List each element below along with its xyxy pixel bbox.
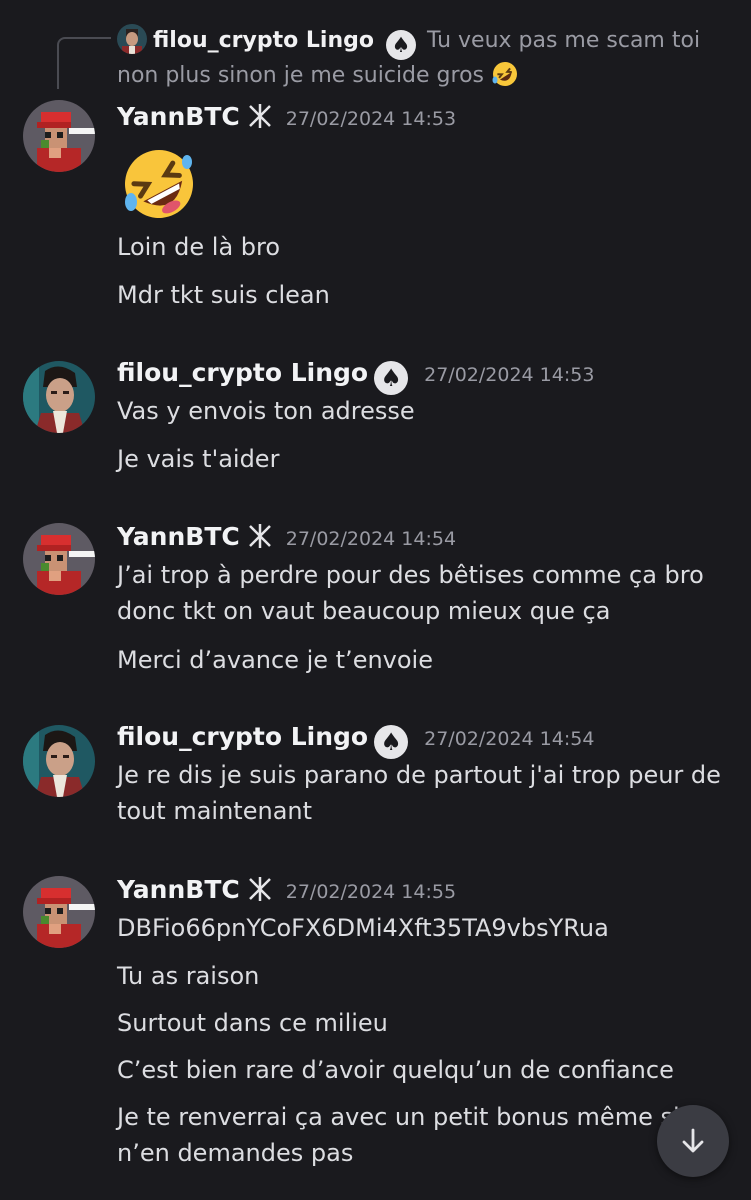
- reply-connector: [57, 37, 111, 89]
- arrow-down-icon: [682, 1128, 704, 1153]
- yannbtc-avatar[interactable]: [23, 523, 95, 595]
- username[interactable]: YannBTC: [117, 875, 240, 904]
- filou-avatar[interactable]: [23, 361, 95, 433]
- message-header: filou_crypto Lingo ♠ 27/02/2024 14:53: [117, 353, 595, 395]
- timestamp: 27/02/2024 14:54: [424, 728, 595, 750]
- yannbtc-avatar[interactable]: [23, 100, 95, 172]
- message-text: Je re dis je suis parano de partout j'ai…: [117, 761, 721, 825]
- reply-preview[interactable]: filou_crypto Lingo ♠ Tu veux pas me scam …: [117, 24, 727, 92]
- username[interactable]: filou_crypto Lingo: [117, 358, 368, 387]
- yannbtc-avatar[interactable]: [23, 876, 95, 948]
- spade-badge-icon: ♠: [374, 361, 409, 395]
- wallet-address-text: DBFio66pnYCoFX6DMi4Xft35TA9vbsYRua: [117, 914, 609, 942]
- username[interactable]: YannBTC: [117, 522, 240, 551]
- rolling-on-floor-laughing-icon: [492, 62, 517, 86]
- message-text: Je te renverrai ça avec un petit bonus m…: [117, 1103, 712, 1167]
- message-text: Loin de là bro: [117, 233, 281, 261]
- reply-author[interactable]: filou_crypto Lingo: [153, 28, 374, 53]
- timestamp: 27/02/2024 14:54: [285, 528, 457, 550]
- chat-view: filou_crypto Lingo ♠ Tu veux pas me scam …: [0, 0, 751, 1200]
- timestamp: 27/02/2024 14:55: [285, 881, 457, 903]
- timestamp: 27/02/2024 14:53: [424, 364, 595, 386]
- message-header: filou_crypto Lingo ♠ 27/02/2024 14:54: [117, 717, 595, 759]
- username[interactable]: YannBTC: [117, 102, 240, 131]
- rolling-on-floor-laughing-icon: [125, 150, 193, 218]
- message-text: Merci d’avance je t’envoie: [117, 646, 433, 674]
- sparkle-badge-icon: [248, 104, 271, 128]
- username[interactable]: filou_crypto Lingo: [117, 722, 368, 751]
- sparkle-badge-icon: [248, 877, 271, 901]
- message-text: Mdr tkt suis clean: [117, 281, 330, 309]
- message-header: YannBTC 27/02/2024 14:55: [117, 870, 456, 910]
- filou-avatar[interactable]: [23, 725, 95, 797]
- message-text: Je vais t'aider: [117, 445, 280, 473]
- reply-avatar: [117, 24, 147, 54]
- message-text: Vas y envois ton adresse: [117, 397, 415, 425]
- message-text: Surtout dans ce milieu: [117, 1009, 388, 1037]
- message-header: YannBTC 27/02/2024 14:54: [117, 517, 456, 557]
- jump-to-bottom-button[interactable]: [657, 1105, 729, 1177]
- timestamp: 27/02/2024 14:53: [285, 108, 457, 130]
- message-text: C’est bien rare d’avoir quelqu’un de con…: [117, 1056, 674, 1084]
- sparkle-badge-icon: [248, 524, 271, 548]
- spade-badge-icon: ♠: [374, 725, 409, 759]
- message-text: J’ai trop à perdre pour des bêtises comm…: [117, 561, 704, 625]
- message-text: Tu as raison: [117, 962, 260, 990]
- spade-badge-icon: ♠: [385, 30, 416, 60]
- message-header: YannBTC 27/02/2024 14:53: [117, 97, 456, 137]
